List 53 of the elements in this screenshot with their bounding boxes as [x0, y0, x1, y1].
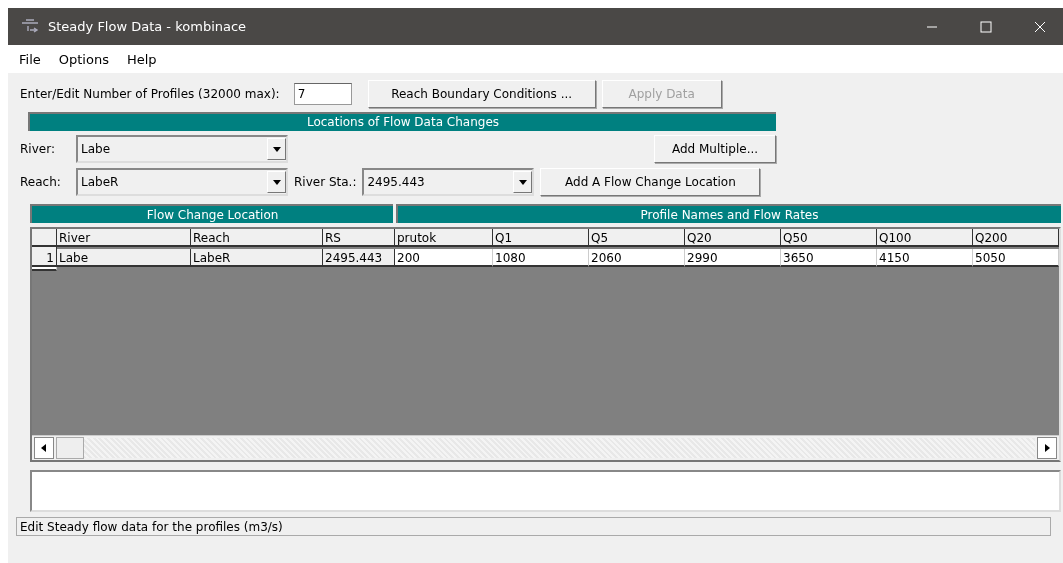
app-icon: [20, 18, 40, 35]
menu-item[interactable]: Options: [58, 51, 109, 67]
grid-corner-cell: [32, 229, 57, 247]
table-cell[interactable]: 4150: [877, 249, 973, 267]
table-cell[interactable]: 2495.443: [323, 249, 395, 267]
left-arrow-icon: [40, 444, 48, 452]
window-title: Steady Flow Data - kombinace: [48, 19, 248, 34]
table-cell[interactable]: 3650: [781, 249, 877, 267]
table-cell[interactable]: 200: [395, 249, 493, 267]
table-cell[interactable]: Labe: [57, 249, 191, 267]
add-flow-change-location-button[interactable]: Add A Flow Change Location: [540, 168, 761, 196]
column-header: River: [57, 229, 191, 247]
column-header: Reach: [191, 229, 323, 247]
profiles-input[interactable]: 7: [293, 83, 352, 105]
menu-item[interactable]: Help: [126, 51, 157, 67]
group-header: Flow Change Location: [30, 204, 393, 223]
scroll-left-button[interactable]: [34, 437, 54, 459]
reach-label: Reach:: [20, 175, 62, 189]
table-cell[interactable]: 2060: [589, 249, 685, 267]
dropdown-arrow-icon: [272, 178, 281, 186]
river-station-label: River Sta.:: [294, 175, 357, 189]
horizontal-scrollbar[interactable]: [32, 435, 1059, 460]
row-number: 1: [32, 249, 57, 267]
dropdown-arrow-icon: [518, 178, 527, 186]
status-bar: Edit Steady flow data for the profiles (m3/s): [16, 517, 1051, 536]
table-cell[interactable]: 1080: [493, 249, 589, 267]
close-icon: [1034, 20, 1046, 33]
menu-item[interactable]: File: [19, 51, 41, 67]
column-header: Q20: [685, 229, 781, 247]
column-header: Q50: [781, 229, 877, 247]
column-header: Q200: [973, 229, 1059, 247]
table-cell[interactable]: 2990: [685, 249, 781, 267]
profiles-label: Enter/Edit Number of Profiles (32000 max):: [20, 87, 280, 101]
reach-dropdown[interactable]: LabeR: [76, 168, 288, 196]
scroll-right-button[interactable]: [1037, 437, 1057, 459]
river-label: River:: [20, 142, 56, 156]
column-header: RS: [323, 229, 395, 247]
table-cell[interactable]: 5050: [973, 249, 1059, 267]
group-header: Profile Names and Flow Rates: [396, 204, 1061, 223]
river-station-dropdown[interactable]: 2495.443: [362, 168, 535, 196]
column-header: Q1: [493, 229, 589, 247]
river-dropdown[interactable]: Labe: [76, 135, 288, 163]
table-cell[interactable]: LabeR: [191, 249, 323, 267]
scrollbar-thumb[interactable]: [56, 437, 84, 459]
column-header: prutok: [395, 229, 493, 247]
column-header: Q5: [589, 229, 685, 247]
right-arrow-icon: [1043, 444, 1051, 452]
column-header: Q100: [877, 229, 973, 247]
section-header: Locations of Flow Data Changes: [28, 111, 776, 131]
add-multiple-button[interactable]: Add Multiple...: [654, 135, 776, 163]
dropdown-arrow-icon: [272, 145, 281, 153]
maximize-icon: [980, 20, 992, 33]
reach-boundary-conditions-button[interactable]: Reach Boundary Conditions ...: [367, 80, 596, 108]
